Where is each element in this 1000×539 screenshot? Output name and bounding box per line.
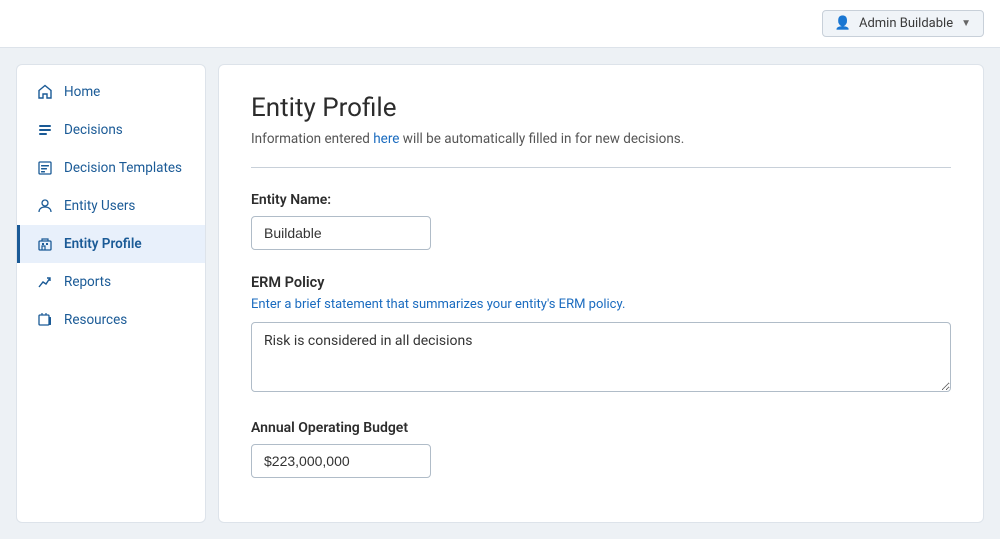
sidebar-item-reports[interactable]: Reports (17, 263, 205, 301)
entity-name-input[interactable] (251, 216, 431, 250)
main-content: Entity Profile Information entered here … (218, 64, 984, 523)
annual-budget-label: Annual Operating Budget (251, 420, 951, 436)
sidebar-item-label: Decision Templates (64, 160, 182, 176)
user-icon: 👤 (835, 16, 851, 31)
sidebar-item-resources[interactable]: Resources (17, 301, 205, 339)
annual-budget-input[interactable] (251, 444, 431, 478)
erm-policy-section: ERM Policy Enter a brief statement that … (251, 274, 951, 396)
page-title: Entity Profile (251, 93, 951, 123)
subtitle-suffix: will be automatically filled in for new … (399, 131, 684, 147)
sidebar-item-label: Entity Profile (64, 236, 142, 252)
erm-policy-textarea[interactable] (251, 322, 951, 392)
sidebar-item-label: Home (64, 84, 100, 100)
chevron-down-icon: ▼ (961, 18, 971, 29)
building-icon (36, 235, 54, 253)
entity-name-label: Entity Name: (251, 192, 951, 208)
sidebar-item-label: Decisions (64, 122, 123, 138)
sidebar-item-entity-users[interactable]: Entity Users (17, 187, 205, 225)
chart-icon (36, 273, 54, 291)
erm-policy-hint: Enter a brief statement that summarizes … (251, 297, 951, 312)
sidebar: Home Decisions Decision T (16, 64, 206, 523)
sidebar-item-label: Reports (64, 274, 111, 290)
sidebar-item-decision-templates[interactable]: Decision Templates (17, 149, 205, 187)
resource-icon (36, 311, 54, 329)
home-icon (36, 83, 54, 101)
top-nav: 👤 Admin Buildable ▼ (0, 0, 1000, 48)
user-icon (36, 197, 54, 215)
sidebar-item-label: Entity Users (64, 198, 135, 214)
user-menu-button[interactable]: 👤 Admin Buildable ▼ (822, 10, 984, 37)
section-divider (251, 167, 951, 168)
layout: Home Decisions Decision T (0, 48, 1000, 539)
sidebar-item-entity-profile[interactable]: Entity Profile (17, 225, 205, 263)
user-menu-label: Admin Buildable (859, 16, 953, 31)
annual-budget-section: Annual Operating Budget (251, 420, 951, 478)
subtitle-highlight: here (373, 131, 399, 147)
sidebar-item-home[interactable]: Home (17, 73, 205, 111)
sidebar-item-label: Resources (64, 312, 127, 328)
subtitle-prefix: Information entered (251, 131, 373, 147)
entity-name-field: Entity Name: (251, 192, 951, 274)
erm-policy-title: ERM Policy (251, 274, 951, 291)
sidebar-item-decisions[interactable]: Decisions (17, 111, 205, 149)
page-subtitle: Information entered here will be automat… (251, 131, 951, 147)
list-icon (36, 121, 54, 139)
template-icon (36, 159, 54, 177)
